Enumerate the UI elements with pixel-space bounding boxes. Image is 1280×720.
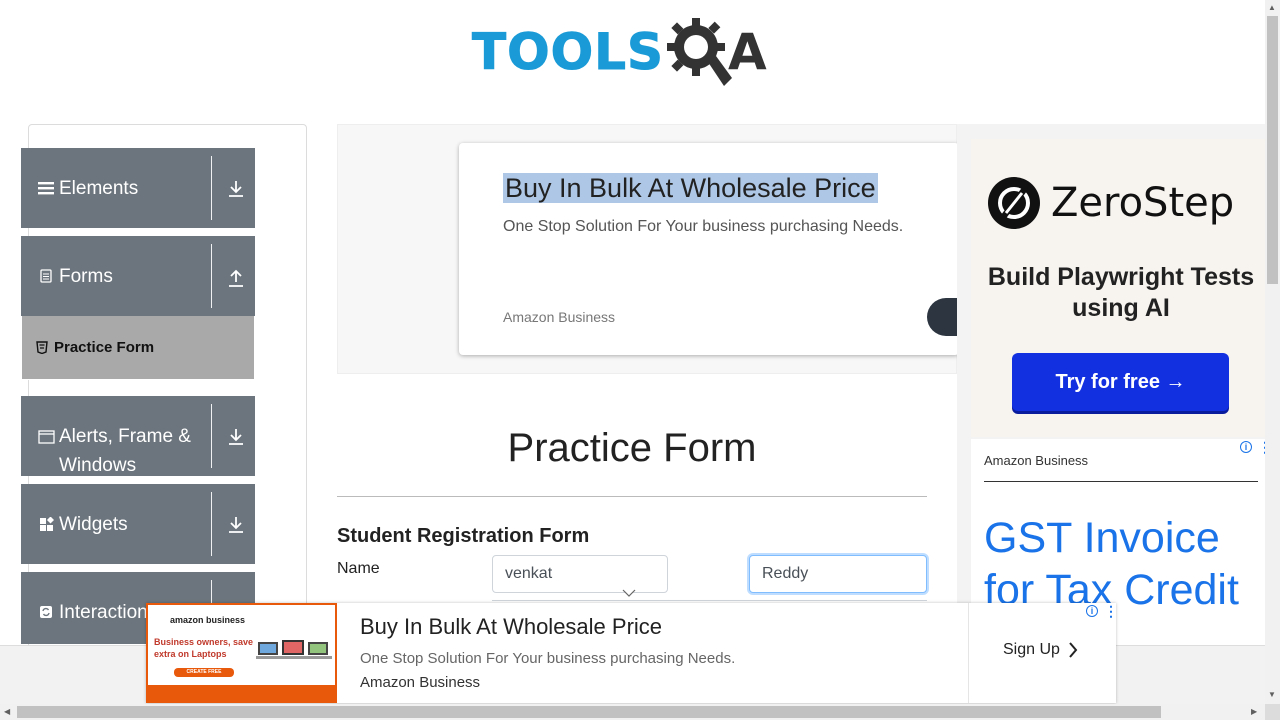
download-arrow-icon[interactable] [226, 514, 246, 536]
vertical-scrollbar-thumb[interactable] [1267, 16, 1278, 284]
window-icon [37, 428, 55, 446]
horizontal-scrollbar-thumb[interactable] [17, 706, 1161, 718]
group-header-forms[interactable]: Forms [21, 236, 255, 316]
widgets-icon [37, 515, 55, 533]
scroll-down-arrow-icon[interactable]: ▼ [1268, 690, 1276, 699]
sticky-ad-image-cta: CREATE FREE ACCOUNT [174, 668, 234, 684]
adchoices-info-icon[interactable]: i [1086, 605, 1098, 617]
download-arrow-icon[interactable] [226, 426, 246, 448]
sticky-ad-divider [968, 603, 969, 703]
sign-up-button[interactable]: Sign Up [1003, 641, 1078, 659]
group-title-widgets: Widgets [59, 513, 128, 535]
group-title-forms: Forms [59, 265, 113, 287]
group-header-widgets[interactable]: Widgets [21, 484, 255, 564]
group-header-elements[interactable]: Elements [21, 148, 255, 228]
sticky-ad-image[interactable]: amazon business Business owners, save ex… [146, 603, 337, 703]
amazon-ad-divider [984, 481, 1258, 482]
try-for-free-button[interactable]: Try for free → [1012, 353, 1229, 411]
title-divider [337, 496, 927, 497]
hamburger-icon [37, 179, 55, 197]
group-title-interactions: Interactions [59, 601, 158, 623]
form-title: Student Registration Form [337, 525, 590, 547]
banner-ad-subtitle: One Stop Solution For Your business purc… [503, 218, 904, 235]
sticky-ad-subtitle: One Stop Solution For Your business purc… [360, 650, 736, 667]
document-icon [37, 267, 55, 285]
sidebar-group-widgets[interactable]: Widgets [21, 484, 255, 564]
scroll-up-arrow-icon[interactable]: ▲ [1268, 3, 1276, 12]
page-title: Practice Form [507, 426, 757, 470]
sticky-ad-image-brand: amazon business [170, 615, 246, 625]
banner-ad-button[interactable] [927, 298, 959, 336]
scroll-right-arrow-icon[interactable]: ▶ [1251, 707, 1257, 716]
html5-icon [36, 341, 48, 354]
group-title-alerts: Alerts, Frame & Windows [59, 426, 191, 476]
group-header-alerts[interactable]: Alerts, Frame & Windows [21, 396, 255, 476]
page: TOOLS A Elements Forms Practice Form Ale… [0, 0, 1280, 720]
menu-item-practice-form[interactable]: Practice Form [21, 316, 255, 380]
zerostep-logo-icon [988, 177, 1040, 229]
chevron-down-icon [622, 589, 636, 597]
laptops-icon [256, 640, 332, 659]
upload-arrow-icon[interactable] [226, 266, 246, 288]
scrollbar-corner [1265, 704, 1280, 720]
group-divider [211, 492, 212, 556]
amazon-ad-label: Amazon Business [984, 453, 1089, 468]
zerostep-logo[interactable]: ZeroStep [987, 176, 1234, 230]
zerostep-headline: Build Playwright Tests using AI [987, 263, 1255, 322]
sidebar-group-elements[interactable]: Elements [21, 148, 255, 228]
scroll-left-arrow-icon[interactable]: ◀ [4, 707, 10, 716]
menu-item-label: Practice Form [54, 339, 155, 356]
amazon-ad-headline[interactable]: GST Invoice for Tax Credit [984, 512, 1274, 616]
group-divider [211, 404, 212, 468]
banner-ad-card[interactable]: Buy In Bulk At Wholesale Price One Stop … [459, 143, 959, 355]
sticky-ad-image-promo: Business owners, save extra on Laptops [154, 637, 254, 659]
group-title-elements: Elements [59, 177, 139, 199]
toolsqa-logo[interactable]: TOOLS A [472, 14, 767, 90]
group-divider [211, 244, 212, 308]
banner-ad-brand: Amazon Business [503, 309, 616, 325]
logo-a-text: A [728, 23, 767, 81]
last-name-input[interactable] [749, 555, 927, 593]
adchoices-info-icon[interactable]: i [1240, 441, 1252, 453]
more-options-icon[interactable]: ⋮ [1104, 604, 1118, 618]
banner-ad-title[interactable]: Buy In Bulk At Wholesale Price [503, 173, 878, 203]
first-name-input[interactable] [492, 555, 668, 593]
refresh-icon [37, 603, 55, 621]
sticky-ad-image-strip [148, 685, 335, 701]
sign-up-label: Sign Up [1003, 641, 1060, 658]
name-label: Name [337, 560, 380, 577]
sidebar-group-alerts[interactable]: Alerts, Frame & Windows [21, 396, 255, 476]
sticky-ad-title[interactable]: Buy In Bulk At Wholesale Price [360, 614, 662, 640]
chevron-right-icon [1069, 642, 1078, 658]
download-arrow-icon[interactable] [226, 178, 246, 200]
sticky-ad-brand: Amazon Business [360, 674, 481, 691]
gear-magnifier-icon [667, 18, 732, 86]
logo-tools-text: TOOLS [472, 23, 664, 82]
group-divider [211, 156, 212, 220]
sidebar-group-forms[interactable]: Forms Practice Form [21, 236, 255, 380]
zerostep-name: ZeroStep [1051, 180, 1235, 226]
